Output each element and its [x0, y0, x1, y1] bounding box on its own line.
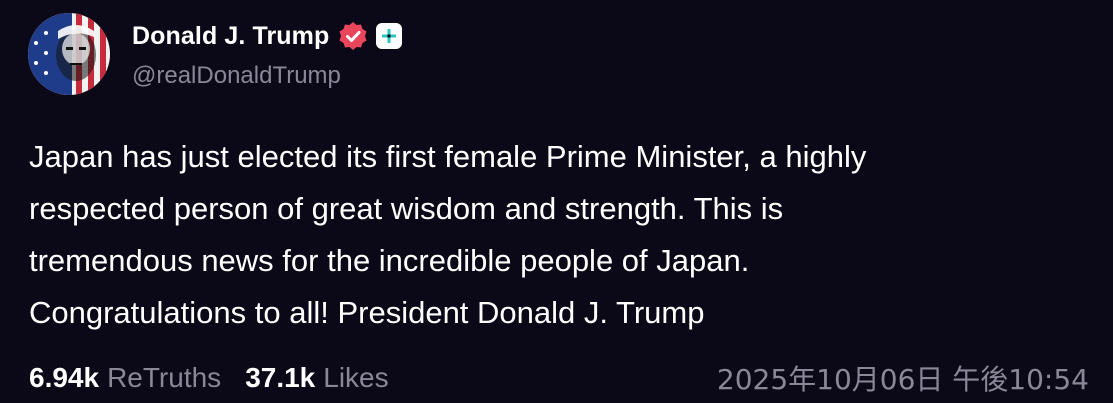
plus-subscription-icon	[376, 23, 403, 49]
author-name-row: Donald J. Trump	[132, 18, 403, 54]
avatar-image	[28, 13, 110, 95]
verified-badge-icon	[338, 21, 368, 51]
author-handle[interactable]: @realDonaldTrump	[132, 62, 341, 90]
likes-count: 37.1k	[245, 362, 316, 393]
post-body-text: Japan has just elected its first female …	[29, 139, 867, 330]
retruths-stat[interactable]: 6.94k ReTruths	[29, 362, 221, 394]
author-display-name[interactable]: Donald J. Trump	[132, 22, 329, 51]
post-footer: 6.94k ReTruths 37.1k Likes 2025年10月06日 午…	[29, 358, 1089, 398]
post-timestamp[interactable]: 2025年10月06日 午後10:54	[717, 358, 1089, 398]
likes-label: Likes	[323, 362, 389, 393]
author-avatar[interactable]	[28, 13, 110, 95]
likes-stat[interactable]: 37.1k Likes	[245, 362, 388, 394]
retruths-count: 6.94k	[29, 362, 100, 393]
post-card: Donald J. Trump @realDonaldTrump Japan h…	[0, 0, 1113, 403]
retruths-label: ReTruths	[107, 362, 222, 393]
